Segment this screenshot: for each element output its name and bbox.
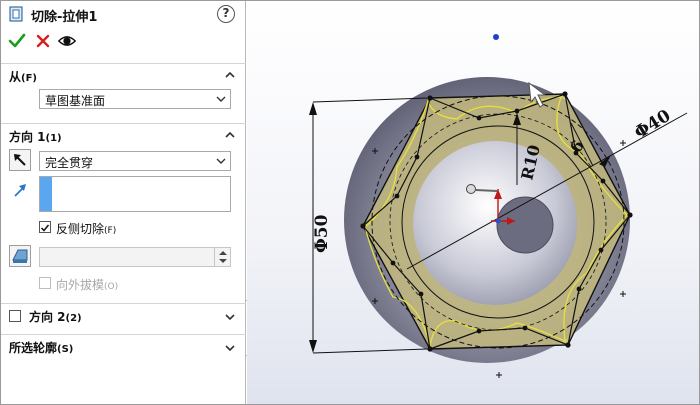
action-buttons <box>1 29 246 53</box>
sketch-origin-point <box>493 34 499 40</box>
end-condition-value: 完全贯穿 <box>45 156 94 170</box>
draft-icon <box>12 249 28 263</box>
direction-vector-icon <box>14 184 26 197</box>
draft-outward-label: 向外拔模(O) <box>56 278 119 292</box>
section-direction2-title: 方向 2(2) <box>29 310 82 324</box>
dimension-diameter-50-text: Φ50 <box>312 214 332 253</box>
flip-side-label: 反侧切除(F) <box>56 222 117 236</box>
draft-toggle-button[interactable] <box>9 245 31 267</box>
selection-highlight <box>40 177 52 211</box>
property-manager: 切除-拉伸1 ? 从(F) 草图基准面 方向 1(1) 完全贯穿 反侧切除(F)… <box>1 1 246 404</box>
feature-title-bar: 切除-拉伸1 ? <box>1 1 246 27</box>
draft-outward-checkbox <box>39 277 51 289</box>
reverse-direction-icon <box>14 154 26 166</box>
end-condition-select[interactable]: 完全贯穿 <box>39 151 231 171</box>
model-canvas[interactable]: Φ50 Φ40 R10 6 <box>247 1 699 404</box>
chevron-down-icon[interactable] <box>224 342 236 354</box>
chevron-up-icon[interactable] <box>224 69 236 81</box>
section-from-header[interactable]: 从(F) <box>1 63 246 85</box>
flip-side-checkbox[interactable] <box>39 221 51 233</box>
extruded-cut-icon <box>9 6 23 22</box>
ok-check-icon[interactable] <box>7 31 27 51</box>
section-direction1-title: 方向 1(1) <box>9 130 62 144</box>
draft-angle-spinner[interactable] <box>39 247 231 267</box>
chevron-down-icon <box>216 96 226 102</box>
dimension-diameter-40-text: Φ40 <box>631 106 674 143</box>
feature-title: 切除-拉伸1 <box>31 10 98 25</box>
section-selected-contours-title: 所选轮廓(S) <box>9 341 74 355</box>
start-condition-select[interactable]: 草图基准面 <box>39 89 231 109</box>
start-condition-value: 草图基准面 <box>45 94 106 108</box>
chevron-down-icon[interactable] <box>224 311 236 323</box>
checkmark-icon <box>40 224 50 232</box>
chevron-up-icon[interactable] <box>224 129 236 141</box>
section-direction1-header[interactable]: 方向 1(1) <box>1 123 246 145</box>
direction2-checkbox[interactable] <box>9 310 21 322</box>
cancel-x-icon[interactable] <box>33 31 53 51</box>
reverse-direction-button[interactable] <box>9 149 31 171</box>
section-from-title: 从(F) <box>9 70 37 84</box>
direction-selection-box[interactable] <box>39 176 231 212</box>
preview-eye-icon[interactable] <box>57 31 77 51</box>
section-direction2-header[interactable]: 方向 2(2) <box>1 303 246 329</box>
spin-up-down-icon <box>219 251 227 263</box>
help-button[interactable]: ? <box>217 5 235 23</box>
section-selected-contours-header[interactable]: 所选轮廓(S) <box>1 334 246 360</box>
chevron-down-icon <box>216 158 226 164</box>
graphics-viewport[interactable]: Φ50 Φ40 R10 6 <box>247 1 699 404</box>
spinner-buttons[interactable] <box>214 248 230 266</box>
